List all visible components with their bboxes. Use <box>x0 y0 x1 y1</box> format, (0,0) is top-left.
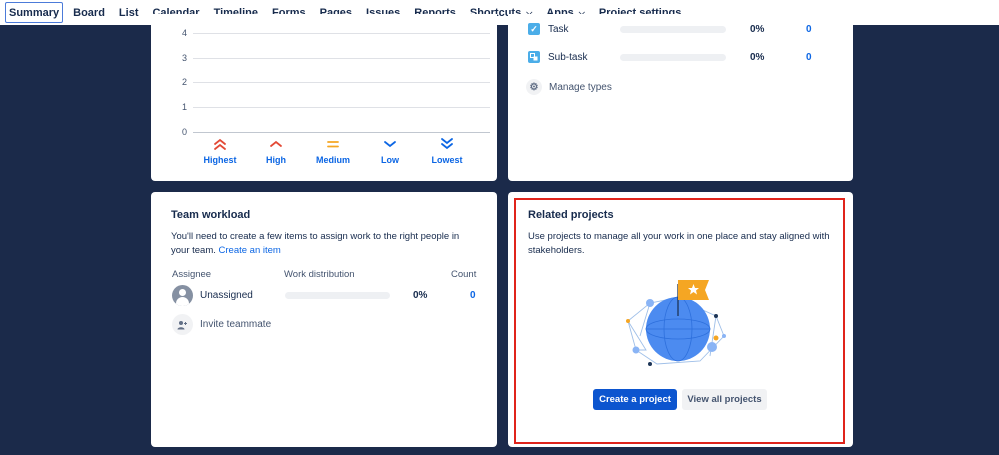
priority-highest-icon <box>190 138 250 154</box>
subtask-progress-bar <box>620 54 726 61</box>
task-progress-bar <box>620 26 726 33</box>
manage-types-button[interactable]: ⚙ Manage types <box>526 78 612 96</box>
assignee-name[interactable]: Unassigned <box>200 290 253 301</box>
task-count-link[interactable]: 0 <box>806 24 812 35</box>
priority-breakdown-panel: 4 3 2 1 0 Highest High Medium Low Lowest <box>151 14 497 181</box>
add-person-icon <box>172 314 193 335</box>
subtask-percent: 0% <box>750 52 765 63</box>
priority-low-icon <box>360 138 420 154</box>
type-name[interactable]: Sub-task <box>548 52 587 63</box>
priority-highest[interactable]: Highest <box>190 138 250 165</box>
priority-low[interactable]: Low <box>360 138 420 165</box>
gridline <box>193 58 490 59</box>
work-distribution-bar <box>285 292 390 299</box>
column-header-assignee: Assignee <box>172 269 212 280</box>
types-of-work-panel: ✓ Task 0% 0 Sub-task 0% 0 ⚙ Manage types <box>508 14 853 181</box>
nav-board[interactable]: Board <box>66 2 112 23</box>
gridline <box>193 33 490 34</box>
type-name[interactable]: Task <box>548 24 569 35</box>
y-tick-0: 0 <box>181 127 187 137</box>
priority-medium-icon <box>303 138 363 154</box>
gear-icon: ⚙ <box>526 79 542 95</box>
subtask-count-link[interactable]: 0 <box>806 52 812 63</box>
y-tick-2: 2 <box>181 77 187 87</box>
priority-lowest-icon <box>417 138 477 154</box>
priority-label: Medium <box>315 155 350 165</box>
invite-teammate-button[interactable]: Invite teammate <box>200 319 271 330</box>
highlight-box <box>514 198 845 444</box>
gridline <box>193 82 490 83</box>
y-tick-4: 4 <box>181 28 187 38</box>
assignee-count-link[interactable]: 0 <box>470 290 476 301</box>
nav-summary[interactable]: Summary <box>5 2 64 23</box>
unassigned-avatar-icon <box>172 285 193 306</box>
column-header-count: Count <box>451 269 477 280</box>
subtask-icon <box>528 51 540 63</box>
y-tick-1: 1 <box>181 102 187 112</box>
assignee-percent: 0% <box>413 290 428 301</box>
priority-medium[interactable]: Medium <box>303 138 363 165</box>
priority-label: Lowest <box>431 155 463 165</box>
priority-label: Highest <box>203 155 237 165</box>
team-workload-panel: Team workload You'll need to create a fe… <box>151 192 497 447</box>
gridline <box>193 107 490 108</box>
description-text: You'll need to create a few items to ass… <box>171 231 460 256</box>
priority-lowest[interactable]: Lowest <box>417 138 477 165</box>
manage-types-label: Manage types <box>549 81 612 93</box>
priority-high[interactable]: High <box>246 138 306 165</box>
nav-list[interactable]: List <box>112 2 146 23</box>
task-checkbox-icon: ✓ <box>528 23 540 35</box>
y-tick-3: 3 <box>181 53 187 63</box>
panel-title: Team workload <box>171 209 251 221</box>
column-header-distribution: Work distribution <box>284 269 355 280</box>
panel-description: You'll need to create a few items to ass… <box>171 230 476 257</box>
priority-high-icon <box>246 138 306 154</box>
task-percent: 0% <box>750 24 765 35</box>
priority-label: Low <box>381 155 399 165</box>
x-axis-line <box>193 132 490 133</box>
priority-label: High <box>266 155 286 165</box>
create-item-link[interactable]: Create an item <box>219 245 281 256</box>
